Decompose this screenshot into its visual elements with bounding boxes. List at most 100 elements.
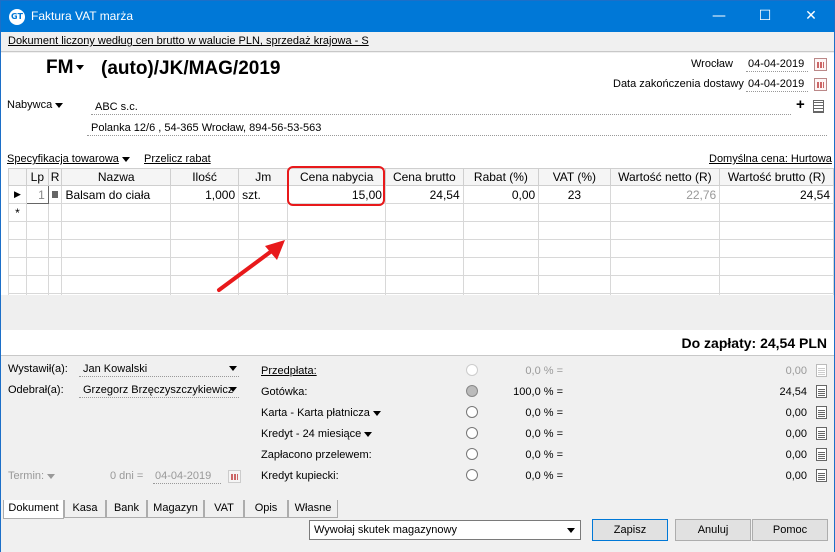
invoice-window: GT Faktura VAT marża — ☐ ✕ Dokument licz… [0, 0, 835, 552]
tab-bank[interactable]: Bank [106, 500, 147, 518]
chevron-down-icon [364, 431, 373, 437]
payment-prepayment-label[interactable]: Przedpłata: [261, 365, 317, 377]
help-button[interactable]: Pomoc [752, 519, 828, 541]
issue-date-field[interactable]: 04-04-2019 [746, 56, 808, 72]
bottom-tabs-bar: Dokument Kasa Bank Magazyn VAT Opis Włas… [1, 498, 834, 552]
calculator-icon[interactable] [816, 406, 827, 419]
new-row[interactable]: * [8, 203, 834, 222]
col-header-name[interactable]: Nazwa [61, 168, 171, 186]
add-icon[interactable]: + [796, 96, 805, 113]
default-price-link[interactable]: Domyślna cena: Hurtowa [709, 153, 832, 165]
title-bar: GT Faktura VAT marża — ☐ ✕ [1, 1, 834, 32]
cell-lp[interactable]: 1 [25, 185, 49, 204]
close-button[interactable]: ✕ [788, 1, 834, 32]
col-header-qty[interactable]: Ilość [169, 168, 240, 186]
chevron-down-icon [567, 528, 575, 533]
payment-card-amount[interactable]: 0,00 [691, 407, 807, 419]
tab-magazyn[interactable]: Magazyn [147, 500, 204, 518]
annotation-arrow-icon [217, 240, 285, 292]
payment-credit-radio[interactable] [466, 427, 478, 439]
payment-credit-selector[interactable]: Kredyt - 24 miesiące [261, 428, 373, 440]
tab-wlasne[interactable]: Własne [288, 500, 338, 518]
col-header-discount[interactable]: Rabat (%) [462, 168, 540, 186]
payment-cash-pct[interactable]: 100,0 % = [491, 386, 563, 398]
col-header-gross-price[interactable]: Cena brutto [384, 168, 464, 186]
payment-cash-radio[interactable] [466, 385, 478, 397]
place-label: Wrocław [691, 58, 733, 70]
delivery-date-field[interactable]: 04-04-2019 [746, 76, 808, 92]
payment-cash-amount[interactable]: 24,54 [691, 386, 807, 398]
row-selector-header [8, 168, 27, 186]
buyer-selector[interactable]: Nabywca [7, 99, 64, 111]
payment-trade-credit-radio[interactable] [466, 469, 478, 481]
doc-type-selector[interactable]: FM [46, 57, 85, 79]
maximize-button[interactable]: ☐ [742, 1, 788, 32]
list-icon[interactable] [813, 100, 824, 113]
payment-card-radio[interactable] [466, 406, 478, 418]
payment-card-selector[interactable]: Karta - Karta płatnicza [261, 407, 381, 419]
payment-card-pct[interactable]: 0,0 % = [491, 407, 563, 419]
term-selector[interactable]: Termin: [8, 470, 56, 482]
calculator-icon[interactable] [816, 469, 827, 482]
col-header-vat[interactable]: VAT (%) [538, 168, 611, 186]
cell-vat[interactable]: 23 [538, 185, 611, 204]
payment-prepayment-amount: 0,00 [785, 365, 807, 377]
document-main-area: FM (auto)/JK/MAG/2019 Wrocław 04-04-2019… [1, 53, 834, 355]
payment-credit-pct[interactable]: 0,0 % = [491, 428, 563, 440]
empty-row [8, 239, 834, 258]
warehouse-action-select[interactable]: Wywołaj skutek magazynowy [309, 520, 581, 540]
cell-qty[interactable]: 1,000 [169, 185, 240, 204]
doc-type-label: FM [46, 57, 74, 78]
col-header-lp[interactable]: Lp [25, 168, 49, 186]
payment-transfer-amount[interactable]: 0,00 [691, 449, 807, 461]
payment-credit-amount[interactable]: 0,00 [691, 428, 807, 440]
tab-kasa[interactable]: Kasa [64, 500, 106, 518]
cancel-button[interactable]: Anuluj [675, 519, 751, 541]
row-flag-icon [47, 185, 63, 204]
payment-card-label: Karta - Karta płatnicza [261, 407, 370, 419]
table-row[interactable]: ▶ 1 Balsam do ciała 1,000 szt. 15,00 24,… [8, 185, 834, 204]
issued-by-value: Jan Kowalski [83, 363, 148, 375]
empty-row [8, 257, 834, 276]
col-header-unit[interactable]: Jm [238, 168, 289, 186]
calendar-icon[interactable] [814, 58, 827, 71]
payment-transfer-radio[interactable] [466, 448, 478, 460]
payment-trade-credit-pct[interactable]: 0,0 % = [491, 470, 563, 482]
table-header-row: Lp R Nazwa Ilość Jm Cena nabycia Cena br… [8, 168, 834, 186]
document-number[interactable]: (auto)/JK/MAG/2019 [101, 58, 280, 80]
buyer-address-field[interactable]: Polanka 12/6 , 54-365 Wrocław, 894-56-53… [87, 120, 827, 136]
app-icon: GT [9, 9, 25, 25]
col-header-r[interactable]: R [47, 168, 63, 186]
col-header-net-value[interactable]: Wartość netto (R) [609, 168, 721, 186]
cell-discount[interactable]: 0,00 [462, 185, 540, 204]
minimize-button[interactable]: — [696, 1, 742, 32]
tab-vat[interactable]: VAT [204, 500, 244, 518]
cell-unit[interactable]: szt. [238, 185, 289, 204]
chevron-down-icon [47, 473, 56, 479]
calendar-icon[interactable] [814, 78, 827, 91]
payment-trade-credit-amount[interactable]: 0,00 [691, 470, 807, 482]
issued-by-select[interactable]: Jan Kowalski [79, 361, 239, 377]
cell-net-value: 22,76 [609, 185, 721, 204]
delivery-date-label: Data zakończenia dostawy [613, 78, 744, 90]
tab-opis[interactable]: Opis [244, 500, 288, 518]
cell-gross-price[interactable]: 24,54 [384, 185, 464, 204]
payment-transfer-pct[interactable]: 0,0 % = [491, 449, 563, 461]
current-row-icon: ▶ [8, 185, 27, 204]
document-info-line: Dokument liczony według cen brutto w wal… [1, 32, 834, 52]
document-info-text[interactable]: Dokument liczony według cen brutto w wal… [8, 35, 369, 47]
payment-trade-credit-label: Kredyt kupiecki: [261, 470, 339, 482]
calculator-icon[interactable] [816, 385, 827, 398]
cell-name[interactable]: Balsam do ciała [61, 185, 171, 204]
received-by-select[interactable]: Grzegorz Brzęczyszczykiewicz [79, 382, 239, 398]
calculator-icon[interactable] [816, 448, 827, 461]
col-header-gross-value[interactable]: Wartość brutto (R) [719, 168, 834, 186]
calculator-icon[interactable] [816, 427, 827, 440]
document-bottom-panel: Wystawił(a): Jan Kowalski Odebrał(a): Gr… [1, 355, 834, 498]
recalc-discount-link[interactable]: Przelicz rabat [144, 153, 211, 165]
spec-selector[interactable]: Specyfikacja towarowa [7, 153, 130, 165]
cell-gross-value[interactable]: 24,54 [719, 185, 834, 204]
tab-dokument[interactable]: Dokument [3, 500, 64, 519]
buyer-name-field[interactable]: ABC s.c. [91, 99, 791, 115]
save-button[interactable]: Zapisz [592, 519, 668, 541]
